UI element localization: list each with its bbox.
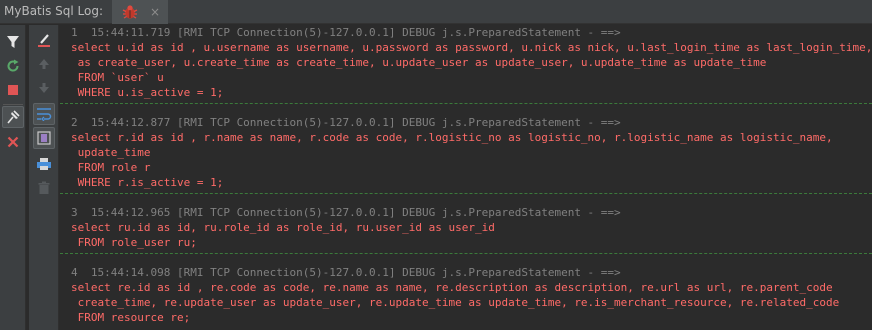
trash-button[interactable]	[33, 177, 55, 199]
sql-log-console[interactable]: 1 15:44:11.719 [RMI TCP Connection(5)-12…	[60, 25, 872, 330]
sql-line: as create_user, u.create_time as create_…	[71, 56, 767, 69]
soft-wrap-icon	[37, 108, 52, 121]
next-occurrence-button[interactable]	[33, 77, 55, 99]
sql-line: FROM `user` u	[71, 71, 164, 84]
trash-icon	[38, 181, 50, 194]
scroll-to-end-icon	[37, 131, 51, 145]
clear-all-button[interactable]	[33, 29, 55, 51]
entry-separator	[60, 103, 872, 111]
sql-line: FROM role_user ru;	[71, 236, 197, 249]
console-tab[interactable]: ×	[112, 0, 168, 24]
sql-line: FROM resource re;	[71, 311, 191, 324]
tool-window-title: MyBatis Sql Log:	[4, 4, 104, 18]
print-icon	[37, 158, 51, 170]
stop-button[interactable]	[2, 79, 24, 101]
sql-line: select re.id as id , re.code as code, re…	[71, 281, 833, 294]
close-button[interactable]	[2, 131, 24, 153]
close-tab-icon[interactable]: ×	[148, 5, 162, 19]
pin-button[interactable]	[2, 106, 24, 128]
console-toolbar	[29, 25, 59, 330]
sql-line: update_time	[71, 146, 151, 159]
arrow-down-icon	[39, 83, 49, 93]
sql-line: create_time, re.update_user as update_us…	[71, 296, 840, 309]
sql-line: WHERE u.is_active = 1;	[71, 86, 224, 99]
sql-line: FROM role r	[71, 161, 151, 174]
log-entry-header: 4 15:44:14.098 [RMI TCP Connection(5)-12…	[71, 266, 621, 279]
run-toolbar	[0, 25, 26, 330]
soft-wrap-button[interactable]	[33, 103, 55, 125]
sql-line: select u.id as id , u.username as userna…	[71, 41, 872, 54]
toolbar-divider	[3, 104, 23, 105]
entry-separator	[60, 253, 872, 261]
log-entry-header: 1 15:44:11.719 [RMI TCP Connection(5)-12…	[71, 26, 621, 39]
filter-button[interactable]	[2, 31, 24, 53]
rerun-icon	[7, 59, 19, 72]
scroll-to-end-button[interactable]	[33, 127, 55, 149]
print-button[interactable]	[33, 153, 55, 175]
filter-icon	[7, 36, 19, 48]
log-output: 1 15:44:11.719 [RMI TCP Connection(5)-12…	[60, 25, 872, 325]
sql-line: select ru.id as id, ru.role_id as role_i…	[71, 221, 495, 234]
rerun-button[interactable]	[2, 55, 24, 77]
tool-window-header: MyBatis Sql Log: ×	[0, 0, 872, 24]
close-icon	[7, 136, 19, 148]
arrow-up-icon	[39, 59, 49, 69]
previous-occurrence-button[interactable]	[33, 53, 55, 75]
log-entry-header: 3 15:44:12.965 [RMI TCP Connection(5)-12…	[71, 206, 621, 219]
clear-all-icon	[38, 34, 50, 47]
sql-line: WHERE r.is_active = 1;	[71, 176, 224, 189]
sql-line: select r.id as id , r.name as name, r.co…	[71, 131, 833, 144]
entry-separator	[60, 193, 872, 201]
bug-icon	[121, 4, 139, 20]
log-entry-header: 2 15:44:12.877 [RMI TCP Connection(5)-12…	[71, 116, 621, 129]
stop-icon	[8, 85, 18, 95]
pin-icon	[7, 110, 20, 124]
